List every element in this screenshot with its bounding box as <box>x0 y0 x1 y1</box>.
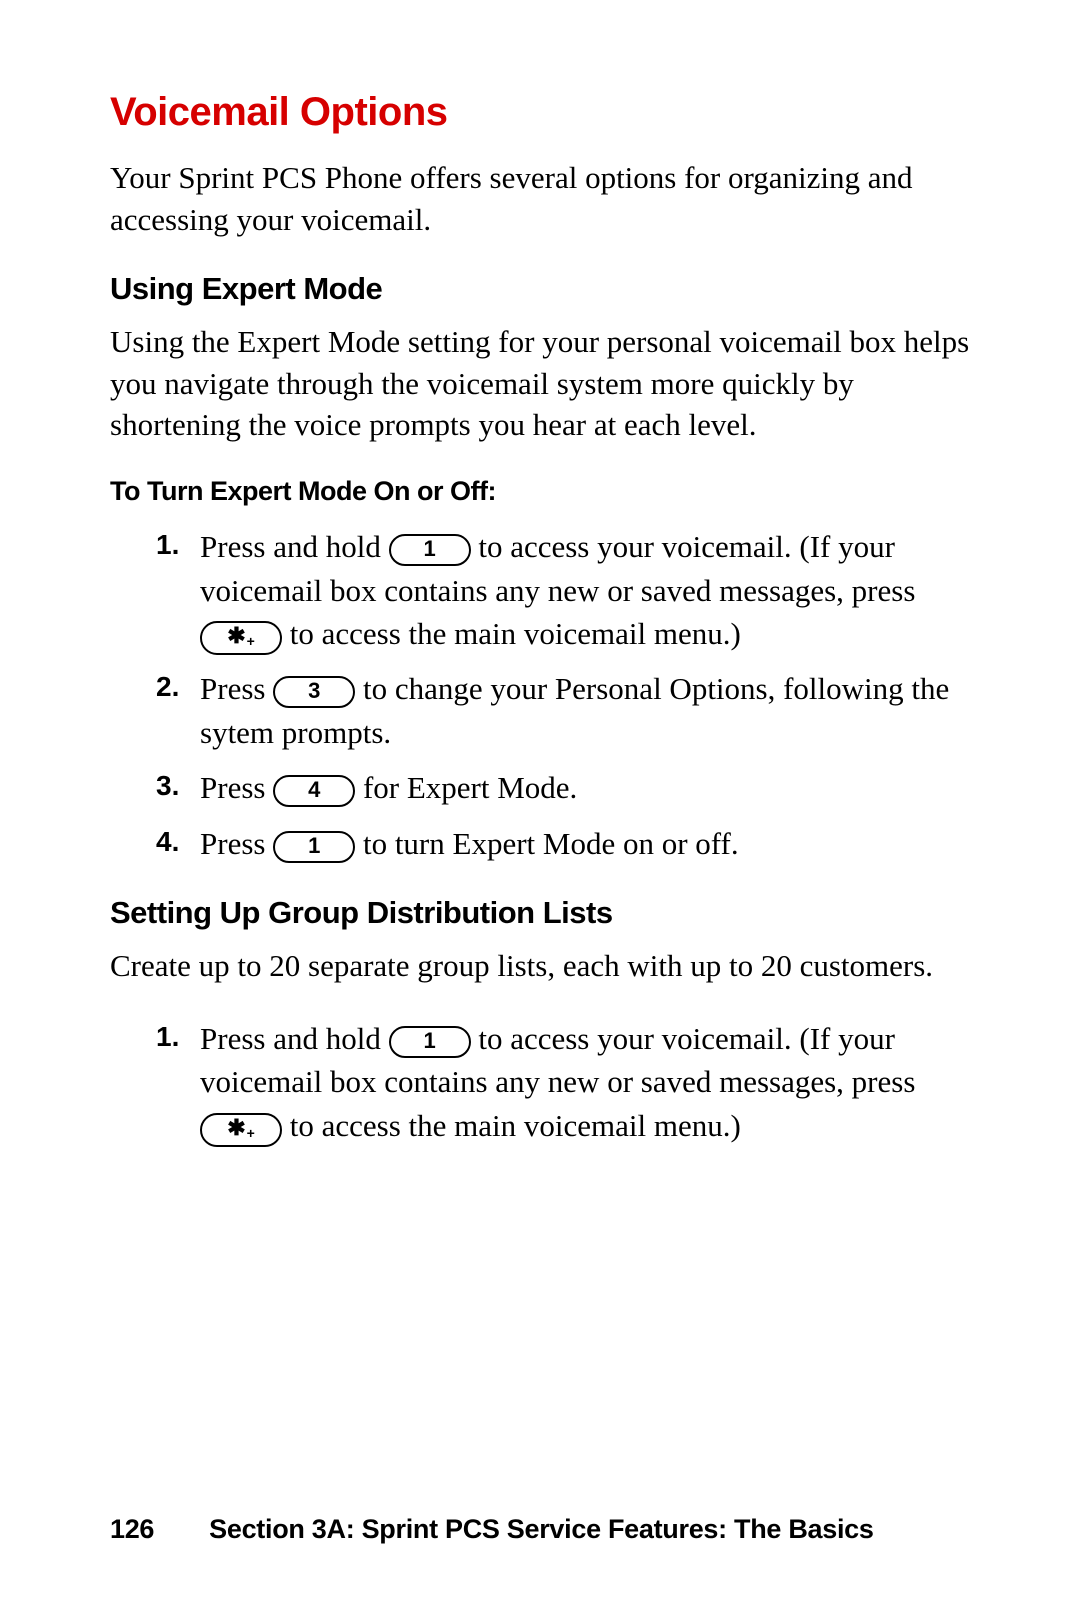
section-heading-group-lists: Setting Up Group Distribution Lists <box>110 895 980 931</box>
step-text-post: for Expert Mode. <box>363 770 577 805</box>
step-number: 1. <box>156 1017 179 1056</box>
step-number: 3. <box>156 766 179 805</box>
step-item: 3. Press 4 for Expert Mode. <box>156 766 980 809</box>
keycap-main: ✱ <box>227 1115 245 1140</box>
step-item: 4. Press 1 to turn Expert Mode on or off… <box>156 822 980 865</box>
step-number: 1. <box>156 525 179 564</box>
keycap-icon: 3 <box>273 676 355 708</box>
step-text-post: to turn Expert Mode on or off. <box>363 826 739 861</box>
steps-list-expert-mode: 1. Press and hold 1 to access your voice… <box>110 525 980 865</box>
keycap-icon: ✱+ <box>200 1113 282 1147</box>
page-title: Voicemail Options <box>110 90 980 135</box>
keycap-sub: + <box>247 633 255 649</box>
page-number: 126 <box>110 1514 154 1544</box>
section-body-expert-mode: Using the Expert Mode setting for your p… <box>110 321 980 447</box>
keycap-icon: ✱+ <box>200 621 282 655</box>
section-heading-expert-mode: Using Expert Mode <box>110 271 980 307</box>
page-footer: 126 Section 3A: Sprint PCS Service Featur… <box>110 1514 980 1545</box>
step-text-post: to access the main voicemail menu.) <box>290 1108 741 1143</box>
steps-list-group-lists: 1. Press and hold 1 to access your voice… <box>110 1017 980 1147</box>
keycap-main: ✱ <box>227 623 245 648</box>
keycap-icon: 4 <box>273 775 355 807</box>
keycap-icon: 1 <box>273 831 355 863</box>
keycap-icon: 1 <box>389 1026 471 1058</box>
manual-page: Voicemail Options Your Sprint PCS Phone … <box>0 0 1080 1620</box>
step-item: 2. Press 3 to change your Personal Optio… <box>156 667 980 754</box>
step-text-pre: Press <box>200 671 273 706</box>
keycap-sub: + <box>247 1125 255 1141</box>
section-body-group-lists: Create up to 20 separate group lists, ea… <box>110 945 980 987</box>
step-item: 1. Press and hold 1 to access your voice… <box>156 525 980 655</box>
keycap-icon: 1 <box>389 534 471 566</box>
step-number: 4. <box>156 822 179 861</box>
step-number: 2. <box>156 667 179 706</box>
intro-paragraph: Your Sprint PCS Phone offers several opt… <box>110 157 980 241</box>
step-text-pre: Press <box>200 826 273 861</box>
step-text-pre: Press <box>200 770 273 805</box>
step-text-pre: Press and hold <box>200 529 389 564</box>
subheading-turn-expert-mode: To Turn Expert Mode On or Off: <box>110 476 980 507</box>
step-text-pre: Press and hold <box>200 1021 389 1056</box>
step-item: 1. Press and hold 1 to access your voice… <box>156 1017 980 1147</box>
footer-text: Section 3A: Sprint PCS Service Features:… <box>209 1514 873 1544</box>
step-text-post: to access the main voicemail menu.) <box>290 616 741 651</box>
